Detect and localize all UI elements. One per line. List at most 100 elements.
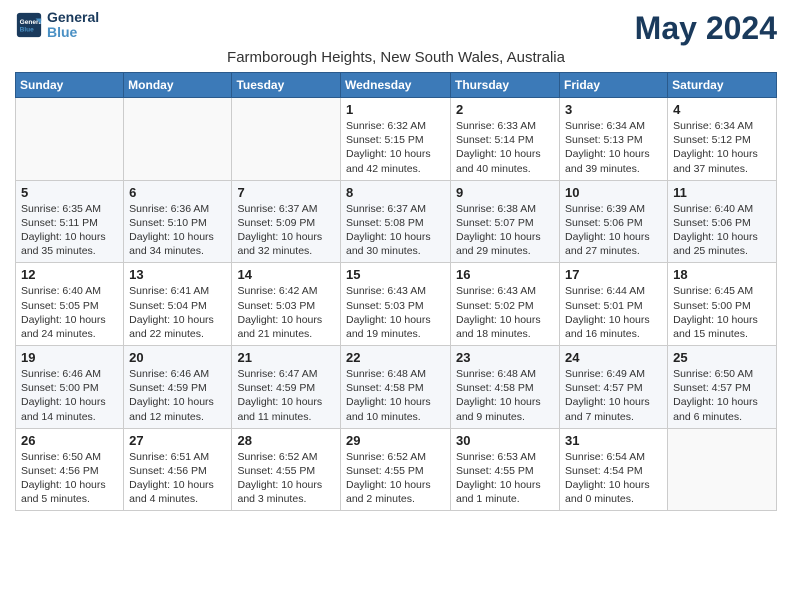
calendar-cell: 31 Sunrise: 6:54 AM Sunset: 4:54 PM Dayli… — [560, 428, 668, 511]
day-content: Sunrise: 6:48 AM Sunset: 4:58 PM Dayligh… — [456, 367, 554, 424]
week-row-1: 1Sunrise: 6:32 AM Sunset: 5:15 PM Daylig… — [16, 98, 777, 181]
header-wednesday: Wednesday — [341, 73, 451, 98]
day-content: Sunrise: 6:37 AM Sunset: 5:08 PM Dayligh… — [346, 202, 445, 259]
calendar-cell: 14 Sunrise: 6:42 AM Sunset: 5:03 PM Dayli… — [232, 263, 341, 346]
calendar-cell — [124, 98, 232, 181]
calendar-cell: 27 Sunrise: 6:51 AM Sunset: 4:56 PM Dayli… — [124, 428, 232, 511]
day-number: 19 — [21, 350, 118, 365]
day-content: Sunrise: 6:41 AM Sunset: 5:04 PM Dayligh… — [129, 284, 226, 341]
day-number: 30 — [456, 433, 554, 448]
calendar-cell: 3 Sunrise: 6:34 AM Sunset: 5:13 PM Daylig… — [560, 98, 668, 181]
logo-text: General Blue — [47, 10, 99, 41]
day-number: 25 — [673, 350, 771, 365]
calendar-cell: 16 Sunrise: 6:43 AM Sunset: 5:02 PM Dayli… — [451, 263, 560, 346]
day-content: Sunrise: 6:44 AM Sunset: 5:01 PM Dayligh… — [565, 284, 662, 341]
day-number: 21 — [237, 350, 335, 365]
calendar-cell: 2 Sunrise: 6:33 AM Sunset: 5:14 PM Daylig… — [451, 98, 560, 181]
day-content: Sunrise: 6:52 AM Sunset: 4:55 PM Dayligh… — [237, 450, 335, 507]
day-number: 28 — [237, 433, 335, 448]
day-content: Sunrise: 6:51 AM Sunset: 4:56 PM Dayligh… — [129, 450, 226, 507]
day-content: Sunrise: 6:45 AM Sunset: 5:00 PM Dayligh… — [673, 284, 771, 341]
day-number: 13 — [129, 267, 226, 282]
calendar-cell: 7 Sunrise: 6:37 AM Sunset: 5:09 PM Daylig… — [232, 180, 341, 263]
svg-text:Blue: Blue — [20, 27, 34, 34]
day-content: Sunrise: 6:37 AM Sunset: 5:09 PM Dayligh… — [237, 202, 335, 259]
day-number: 11 — [673, 185, 771, 200]
day-number: 4 — [673, 102, 771, 117]
calendar-cell: 28 Sunrise: 6:52 AM Sunset: 4:55 PM Dayli… — [232, 428, 341, 511]
title-area: May 2024 — [635, 10, 777, 47]
calendar-cell: 22Sunrise: 6:48 AM Sunset: 4:58 PM Dayli… — [341, 346, 451, 429]
day-number: 14 — [237, 267, 335, 282]
day-number: 31 — [565, 433, 662, 448]
day-content: Sunrise: 6:53 AM Sunset: 4:55 PM Dayligh… — [456, 450, 554, 507]
day-content: Sunrise: 6:46 AM Sunset: 4:59 PM Dayligh… — [129, 367, 226, 424]
day-content: Sunrise: 6:43 AM Sunset: 5:03 PM Dayligh… — [346, 284, 445, 341]
day-content: Sunrise: 6:48 AM Sunset: 4:58 PM Dayligh… — [346, 367, 445, 424]
calendar-cell: 24Sunrise: 6:49 AM Sunset: 4:57 PM Dayli… — [560, 346, 668, 429]
day-number: 23 — [456, 350, 554, 365]
header-thursday: Thursday — [451, 73, 560, 98]
day-content: Sunrise: 6:36 AM Sunset: 5:10 PM Dayligh… — [129, 202, 226, 259]
calendar-cell: 9 Sunrise: 6:38 AM Sunset: 5:07 PM Daylig… — [451, 180, 560, 263]
day-number: 20 — [129, 350, 226, 365]
week-row-4: 19Sunrise: 6:46 AM Sunset: 5:00 PM Dayli… — [16, 346, 777, 429]
day-number: 16 — [456, 267, 554, 282]
day-number: 3 — [565, 102, 662, 117]
day-content: Sunrise: 6:43 AM Sunset: 5:02 PM Dayligh… — [456, 284, 554, 341]
day-content: Sunrise: 6:35 AM Sunset: 5:11 PM Dayligh… — [21, 202, 118, 259]
day-number: 12 — [21, 267, 118, 282]
day-number: 26 — [21, 433, 118, 448]
header-monday: Monday — [124, 73, 232, 98]
day-content: Sunrise: 6:33 AM Sunset: 5:14 PM Dayligh… — [456, 119, 554, 176]
day-content: Sunrise: 6:54 AM Sunset: 4:54 PM Dayligh… — [565, 450, 662, 507]
calendar-cell — [16, 98, 124, 181]
day-content: Sunrise: 6:40 AM Sunset: 5:05 PM Dayligh… — [21, 284, 118, 341]
day-number: 29 — [346, 433, 445, 448]
day-content: Sunrise: 6:50 AM Sunset: 4:56 PM Dayligh… — [21, 450, 118, 507]
day-number: 2 — [456, 102, 554, 117]
day-number: 1 — [346, 102, 445, 117]
header-sunday: Sunday — [16, 73, 124, 98]
calendar-cell: 11Sunrise: 6:40 AM Sunset: 5:06 PM Dayli… — [668, 180, 777, 263]
day-content: Sunrise: 6:52 AM Sunset: 4:55 PM Dayligh… — [346, 450, 445, 507]
calendar-cell: 18 Sunrise: 6:45 AM Sunset: 5:00 PM Dayli… — [668, 263, 777, 346]
calendar-cell: 5Sunrise: 6:35 AM Sunset: 5:11 PM Daylig… — [16, 180, 124, 263]
day-content: Sunrise: 6:39 AM Sunset: 5:06 PM Dayligh… — [565, 202, 662, 259]
calendar-cell: 17Sunrise: 6:44 AM Sunset: 5:01 PM Dayli… — [560, 263, 668, 346]
logo: General Blue General Blue — [15, 10, 99, 41]
calendar-cell: 23 Sunrise: 6:48 AM Sunset: 4:58 PM Dayli… — [451, 346, 560, 429]
day-number: 6 — [129, 185, 226, 200]
day-number: 10 — [565, 185, 662, 200]
calendar-cell: 6 Sunrise: 6:36 AM Sunset: 5:10 PM Daylig… — [124, 180, 232, 263]
day-content: Sunrise: 6:47 AM Sunset: 4:59 PM Dayligh… — [237, 367, 335, 424]
day-content: Sunrise: 6:38 AM Sunset: 5:07 PM Dayligh… — [456, 202, 554, 259]
calendar-cell: 25 Sunrise: 6:50 AM Sunset: 4:57 PM Dayli… — [668, 346, 777, 429]
calendar-cell: 29 Sunrise: 6:52 AM Sunset: 4:55 PM Dayli… — [341, 428, 451, 511]
day-content: Sunrise: 6:34 AM Sunset: 5:13 PM Dayligh… — [565, 119, 662, 176]
calendar-cell — [668, 428, 777, 511]
calendar-cell: 21 Sunrise: 6:47 AM Sunset: 4:59 PM Dayli… — [232, 346, 341, 429]
main-title: May 2024 — [635, 10, 777, 47]
header-row: SundayMondayTuesdayWednesdayThursdayFrid… — [16, 73, 777, 98]
page-header: General Blue General Blue May 2024 — [15, 10, 777, 47]
day-number: 9 — [456, 185, 554, 200]
day-content: Sunrise: 6:42 AM Sunset: 5:03 PM Dayligh… — [237, 284, 335, 341]
header-tuesday: Tuesday — [232, 73, 341, 98]
logo-icon: General Blue — [15, 11, 43, 39]
day-number: 18 — [673, 267, 771, 282]
calendar-cell: 26 Sunrise: 6:50 AM Sunset: 4:56 PM Dayli… — [16, 428, 124, 511]
day-number: 7 — [237, 185, 335, 200]
calendar-table: SundayMondayTuesdayWednesdayThursdayFrid… — [15, 72, 777, 511]
day-content: Sunrise: 6:34 AM Sunset: 5:12 PM Dayligh… — [673, 119, 771, 176]
day-number: 27 — [129, 433, 226, 448]
week-row-2: 5Sunrise: 6:35 AM Sunset: 5:11 PM Daylig… — [16, 180, 777, 263]
calendar-cell: 20 Sunrise: 6:46 AM Sunset: 4:59 PM Dayli… — [124, 346, 232, 429]
header-friday: Friday — [560, 73, 668, 98]
calendar-cell: 10 Sunrise: 6:39 AM Sunset: 5:06 PM Dayli… — [560, 180, 668, 263]
header-saturday: Saturday — [668, 73, 777, 98]
calendar-cell: 8Sunrise: 6:37 AM Sunset: 5:08 PM Daylig… — [341, 180, 451, 263]
day-content: Sunrise: 6:50 AM Sunset: 4:57 PM Dayligh… — [673, 367, 771, 424]
day-number: 24 — [565, 350, 662, 365]
calendar-cell: 30 Sunrise: 6:53 AM Sunset: 4:55 PM Dayli… — [451, 428, 560, 511]
